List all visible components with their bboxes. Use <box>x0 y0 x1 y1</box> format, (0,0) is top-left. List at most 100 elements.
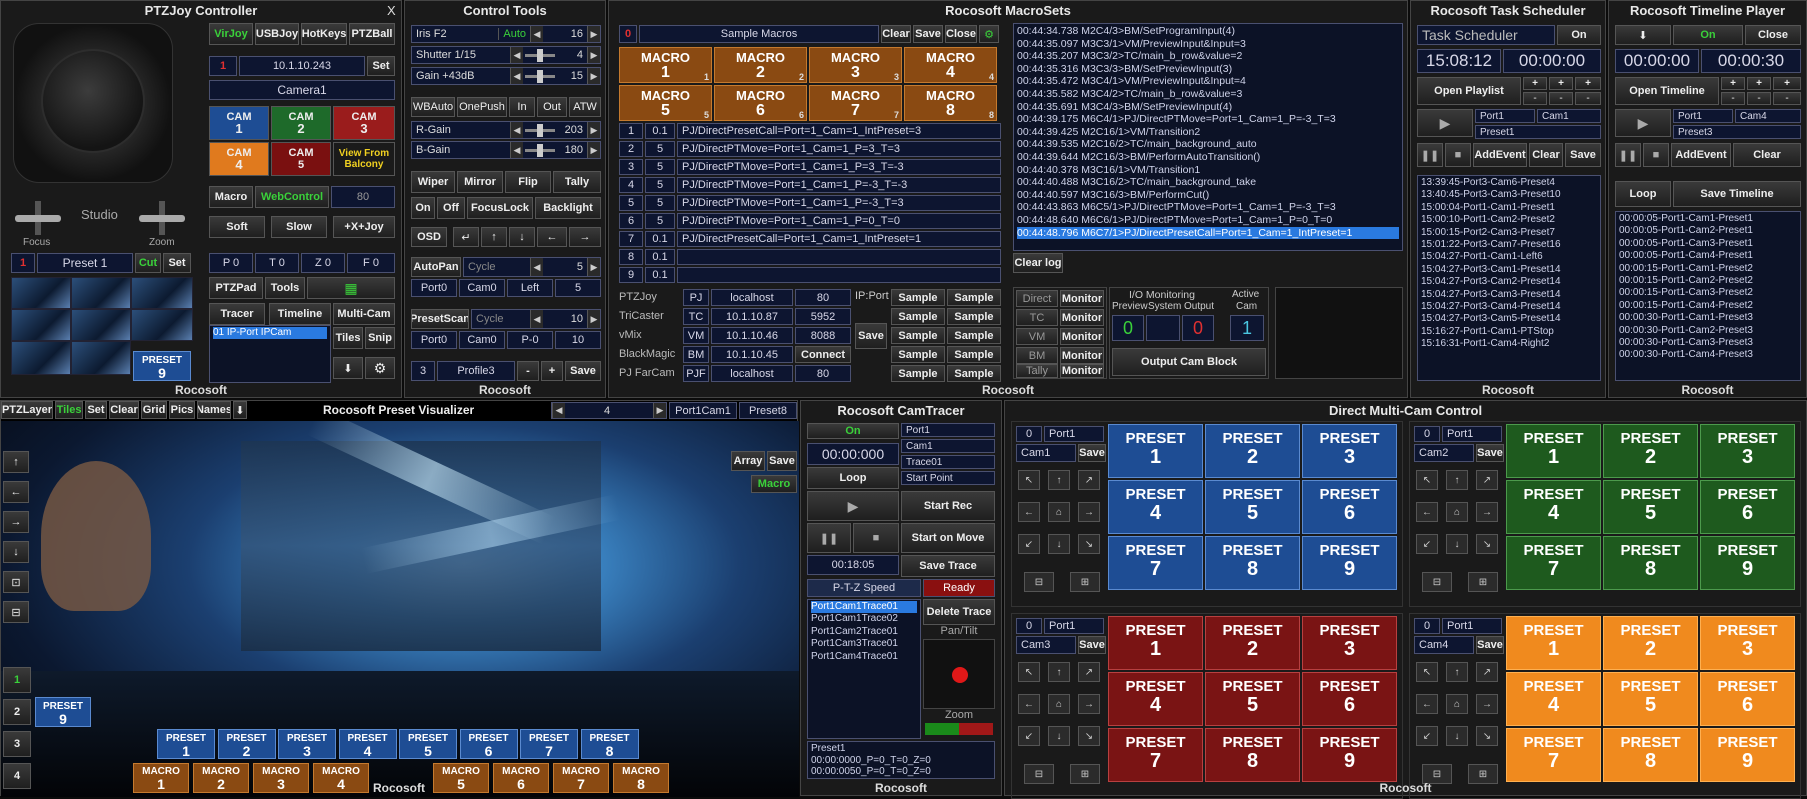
gear-icon[interactable]: ⚙ <box>365 357 395 379</box>
multicam-preset-button[interactable]: PRESET 9 <box>1700 536 1795 590</box>
multicam-preset-button[interactable]: PRESET 6 <box>1302 672 1397 726</box>
presetscan-button[interactable]: PresetScan <box>411 309 469 329</box>
right-arrow-icon[interactable]: ▶ <box>587 68 600 84</box>
visualizer-preset-button[interactable]: PRESET 1 <box>157 729 215 759</box>
arrow-up-icon[interactable]: ↑ <box>1048 470 1070 490</box>
list-item[interactable]: 00:00:15-Port1-Cam1-Preset2 <box>1619 263 1797 275</box>
tracer-on-button[interactable]: On <box>807 423 899 439</box>
arrow-right-icon[interactable]: → <box>1476 694 1498 714</box>
arrow-left-icon[interactable]: ← <box>537 227 567 247</box>
macro-row-command[interactable] <box>677 249 1001 265</box>
arrow-down-icon[interactable]: ↓ <box>1446 726 1468 746</box>
preset-thumbnail[interactable] <box>11 277 71 309</box>
scheduler-list[interactable]: 13:39:45-Port3-Cam6-Preset4 13:40:45-Port… <box>1417 175 1601 381</box>
arrow-left-icon[interactable]: ← <box>1416 694 1438 714</box>
delete-trace-button[interactable]: Delete Trace <box>923 599 995 625</box>
bgain-slider[interactable] <box>525 143 555 157</box>
multicam-preset-button[interactable]: PRESET 2 <box>1205 424 1300 478</box>
onepush-button[interactable]: OnePush <box>457 97 507 117</box>
cam-button-2[interactable]: CAM 2 <box>271 106 331 140</box>
wb-in-button[interactable]: In <box>509 97 535 117</box>
macro-row-command[interactable]: PJ/DirectPTMove=Port=1_Cam=1_P=0_T=0 <box>677 213 1001 229</box>
shutter-slider[interactable] <box>525 48 555 62</box>
list-item[interactable]: 00:00:15-Port1-Cam3-Preset2 <box>1619 287 1797 299</box>
wb-out-button[interactable]: Out <box>537 97 567 117</box>
multicam-preset-button[interactable]: PRESET 2 <box>1603 616 1698 670</box>
trace-item[interactable]: Port1Cam1Trace02 <box>811 613 917 625</box>
multicam-preset-button[interactable]: PRESET 9 <box>1302 728 1397 782</box>
tally-bm-button[interactable]: BM <box>1016 347 1058 364</box>
macroset-name[interactable]: Sample Macros <box>639 25 879 43</box>
play-icon[interactable]: ▶ <box>1615 109 1671 137</box>
auto-toggle[interactable]: Auto <box>498 28 530 40</box>
group-port[interactable]: Port1 <box>1044 618 1104 634</box>
multicam-preset-button[interactable]: PRESET 8 <box>1603 536 1698 590</box>
list-item[interactable]: 00:00:30-Port1-Cam1-Preset3 <box>1619 312 1797 324</box>
arrow-up-left-icon[interactable]: ↖ <box>1018 662 1040 682</box>
multicam-preset-button[interactable]: PRESET 8 <box>1603 728 1698 782</box>
list-item[interactable]: 15:04:27-Port3-Cam3-Preset14 <box>1421 289 1597 301</box>
timeline-list[interactable]: 00:00:05-Port1-Cam1-Preset1 00:00:05-Port… <box>1615 211 1801 381</box>
macro-row-delay[interactable]: 5 <box>645 141 675 157</box>
presetscan-cam[interactable]: Cam0 <box>459 331 505 349</box>
preset-thumbnail[interactable] <box>131 277 193 309</box>
left-arrow-icon[interactable]: ◀ <box>510 68 523 84</box>
trace-item[interactable]: Port1Cam1Trace01 <box>811 601 917 614</box>
autopan-cam[interactable]: Cam0 <box>459 279 505 297</box>
macroset-clear-button[interactable]: Clear <box>881 25 911 43</box>
presetscan-preset[interactable]: P-0 <box>507 331 553 349</box>
profile-save-button[interactable]: Save <box>565 361 601 381</box>
left-arrow-icon[interactable]: ◀ <box>530 310 543 328</box>
autopan-port[interactable]: Port0 <box>411 279 457 297</box>
names-button[interactable]: Names <box>197 401 231 419</box>
arrow-up-icon[interactable]: ↑ <box>1048 662 1070 682</box>
arrow-up-icon[interactable]: ↑ <box>481 227 507 247</box>
list-item[interactable]: 15:00:04-Port1-Cam1-Preset1 <box>1421 202 1597 214</box>
host-port[interactable]: 5952 <box>795 308 851 325</box>
multicam-preset-button[interactable]: PRESET 3 <box>1302 424 1397 478</box>
grid-icon[interactable]: ▦ <box>307 277 395 299</box>
visualizer-save-button[interactable]: Save <box>767 451 797 471</box>
ptzpad-button[interactable]: PTZPad <box>209 277 263 299</box>
wbauto-button[interactable]: WBAuto <box>411 97 455 117</box>
preset-name[interactable]: Preset 1 <box>37 253 133 273</box>
arrow-down-left-icon[interactable]: ↙ <box>1018 534 1040 554</box>
window-icon[interactable]: ⊡ <box>3 571 29 593</box>
list-item[interactable]: 00:00:30-Port1-Cam3-Preset3 <box>1619 337 1797 349</box>
sample-button[interactable]: Sample <box>891 308 945 325</box>
clear-log-button[interactable]: Clear log <box>1013 253 1063 273</box>
list-item[interactable]: 13:39:45-Port3-Cam6-Preset4 <box>1421 177 1597 189</box>
macro-row-command[interactable]: PJ/DirectPresetCall=Port=1_Cam=1_IntPres… <box>677 123 1001 139</box>
save-timeline-button[interactable]: Save Timeline <box>1673 181 1801 207</box>
visualizer-clear-button[interactable]: Clear <box>109 401 139 419</box>
tally-vm-button[interactable]: VM <box>1016 328 1058 345</box>
macro-row-delay[interactable]: 0.1 <box>645 249 675 265</box>
layer-4-button[interactable]: 4 <box>3 763 31 789</box>
macro-button[interactable]: MACRO 2 2 <box>714 47 807 83</box>
tracer-cam[interactable]: Cam1 <box>901 439 995 453</box>
visualizer-set-button[interactable]: Set <box>85 401 107 419</box>
list-item[interactable]: 15:16:31-Port1-Cam4-Right2 <box>1421 338 1597 350</box>
cam-button-4[interactable]: CAM 4 <box>209 142 269 176</box>
cam-button-6[interactable]: View From Balcony <box>333 142 395 176</box>
stop-icon[interactable]: ■ <box>1445 143 1471 167</box>
host-address[interactable]: 10.1.10.87 <box>711 308 793 325</box>
minus-button[interactable]: - <box>1523 92 1547 105</box>
open-playlist-button[interactable]: Open Playlist <box>1417 77 1521 105</box>
visualizer-macro-button[interactable]: MACRO 8 <box>613 763 669 793</box>
set-ip-button[interactable]: Set <box>367 56 395 76</box>
timeline-port[interactable]: Port1 <box>1673 109 1733 123</box>
list-item[interactable]: 15:00:15-Port2-Cam3-Preset7 <box>1421 227 1597 239</box>
macro-button[interactable]: Macro <box>209 186 253 208</box>
home-icon[interactable]: ⌂ <box>1446 694 1468 714</box>
tiles-button[interactable]: Tiles <box>55 401 83 419</box>
minus-button[interactable]: - <box>1773 92 1801 105</box>
multicam-preset-button[interactable]: PRESET 1 <box>1506 424 1601 478</box>
arrow-down-icon[interactable]: ↓ <box>3 541 29 563</box>
multicam-preset-button[interactable]: PRESET 3 <box>1700 616 1795 670</box>
xjoy-button[interactable]: +X+Joy <box>333 216 395 238</box>
zoom-in-icon[interactable]: ⊞ <box>1070 572 1100 592</box>
multicam-preset-button[interactable]: PRESET 2 <box>1205 616 1300 670</box>
cam-button-1[interactable]: CAM 1 <box>209 106 269 140</box>
group-cam[interactable]: Cam1 <box>1016 444 1076 462</box>
